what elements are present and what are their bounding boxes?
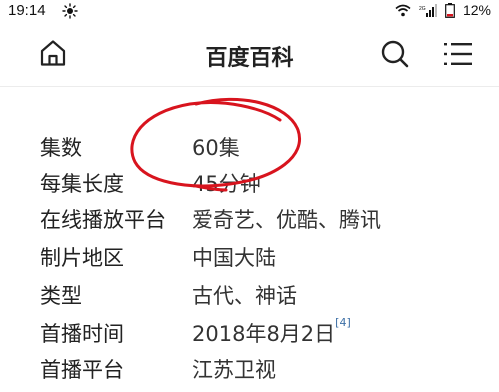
- annotation-circle: [130, 97, 301, 192]
